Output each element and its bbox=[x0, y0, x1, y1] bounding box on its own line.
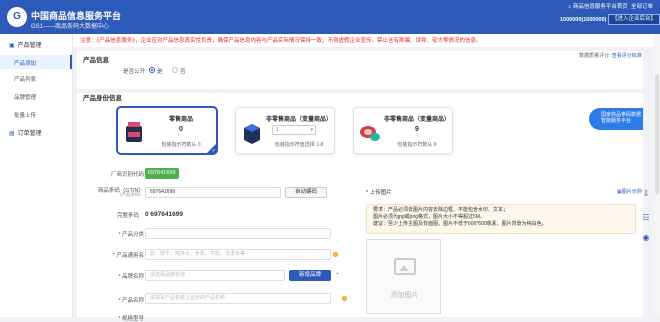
brand-select[interactable]: 请选择品牌名称 bbox=[145, 270, 285, 281]
retail-product-icon bbox=[126, 122, 142, 142]
product-name-input[interactable]: 请填写产品包装上显示的产品名称 bbox=[145, 293, 331, 304]
auto-code-button[interactable]: 自动编码 bbox=[285, 187, 327, 198]
card-number: 0 bbox=[179, 126, 183, 133]
data-quality: 数据质量评分: 查看评分标准 bbox=[579, 53, 642, 59]
notice-bar: 注意：《产品信息服务》，企业应对产品信息真实性负责，确保产品信息内容与产品实际情… bbox=[73, 34, 660, 48]
card-title: 零售商品 bbox=[168, 117, 193, 123]
chevron-down-icon: ▾ bbox=[310, 127, 313, 133]
section-divider bbox=[77, 89, 643, 93]
category-label: * 产品分类 bbox=[118, 232, 144, 238]
add-icon[interactable]: + bbox=[333, 271, 339, 277]
sidebar-item-batch[interactable]: 批量上传 bbox=[14, 111, 36, 119]
service-icon[interactable]: ◉ bbox=[640, 232, 652, 244]
top-header: G 中国商品信息服务平台 GS1——商品条码大数据中心 ⌂ 商品信息服务平台首页… bbox=[0, 0, 660, 34]
sidebar-item-add[interactable]: 产品添加 bbox=[14, 59, 36, 67]
home-link[interactable]: ⌂ 商品信息服务平台首页 bbox=[568, 2, 628, 10]
card-title: 非零售商品（变量商品） bbox=[265, 117, 332, 123]
info-icon[interactable]: ! bbox=[342, 296, 347, 301]
card-number: 9 bbox=[415, 126, 419, 133]
prefix-label: 厂商识别代码 bbox=[110, 172, 144, 178]
sidebar-item-list[interactable]: 产品列表 bbox=[14, 75, 36, 83]
new-brand-button[interactable]: 新增品牌 bbox=[289, 270, 331, 281]
requirement-line: 要求：产品必须去图片内容去除边框、不能包含水印、文本； bbox=[373, 207, 509, 213]
common-name-label: * 产品通用名 bbox=[112, 253, 144, 259]
smart-service-badge[interactable]: 国家商品条码数据智能服务平台 bbox=[589, 108, 643, 130]
upload-requirements: 要求：产品必须去图片内容去除边框、不能包含水印、文本； 图片必须为jpg或png… bbox=[366, 204, 636, 234]
card-nonretail-variable-9[interactable]: 非零售商品（变量商品） 9 包装指示符数从 9 bbox=[353, 107, 453, 154]
platform-subtitle: GS1——商品条码大数据中心 bbox=[31, 24, 110, 30]
public-no-label: 否 bbox=[180, 69, 186, 75]
requirement-line: 图片必须为jpg或png格式，图片大小不得超过5M。 bbox=[373, 214, 485, 220]
image-example-link[interactable]: ▦图片示例 bbox=[617, 188, 642, 195]
suggestion-line: 建议：至少上传主图及背面图，图片不低于600*600像素，图片背景为纯白色。 bbox=[373, 221, 547, 227]
brand-label: * 品牌名称 bbox=[118, 274, 144, 280]
card-footer: 包装指示符值选择 1-8 bbox=[274, 142, 324, 148]
product-info-title: 产品信息 bbox=[83, 57, 109, 64]
category-select[interactable] bbox=[145, 228, 331, 239]
sidebar-group-order[interactable]: ▤ 订单管理 bbox=[9, 128, 42, 137]
info-icon[interactable]: ! bbox=[333, 252, 338, 257]
account-id: 1000000(1000000) bbox=[560, 17, 607, 23]
identity-title: 产品身份信息 bbox=[83, 95, 122, 102]
common-name-input[interactable]: 如：饼干、纯净水、手机、牛奶、洗发水等 bbox=[145, 249, 331, 260]
full-barcode-label: 完整条码 bbox=[116, 213, 139, 219]
barcode-input[interactable]: 697641699 bbox=[145, 187, 281, 198]
main-content: 产品信息 数据质量评分: 查看评分标准 是否公开 是 否 产品身份信息 零售商品… bbox=[77, 51, 643, 322]
orders-link[interactable]: 全部订单 bbox=[631, 2, 653, 10]
product-icon: ▣ bbox=[9, 43, 15, 49]
public-yes-radio[interactable] bbox=[149, 67, 155, 73]
chat-icon[interactable]: ☷ bbox=[640, 212, 652, 224]
card-title: 非零售商品（变量商品） bbox=[383, 117, 450, 123]
spec-label: * 规格型号 bbox=[118, 316, 144, 322]
enter-enterprise-button[interactable]: 【进入企业后台】 bbox=[608, 14, 660, 25]
meat-icon bbox=[360, 126, 380, 141]
sidebar-group-product[interactable]: ▣ 产品管理 bbox=[9, 40, 42, 49]
card-retail[interactable]: 零售商品 0 包装指示符数从 0 ✓ bbox=[117, 107, 217, 154]
download-icon[interactable]: ⇩ bbox=[640, 188, 652, 200]
card-nonretail-variable[interactable]: 非零售商品（变量商品） 1 ▾ 包装指示符值选择 1-8 bbox=[235, 107, 335, 154]
indicator-select[interactable]: 1 ▾ bbox=[272, 125, 316, 135]
order-icon: ▤ bbox=[9, 131, 15, 137]
scroll-thumb[interactable] bbox=[655, 74, 659, 194]
scrollbar[interactable] bbox=[654, 34, 660, 317]
add-image-label: 添加图片 bbox=[390, 292, 419, 299]
image-icon bbox=[394, 258, 416, 275]
card-footer: 包装指示符数从 9 bbox=[397, 142, 437, 148]
public-label: 是否公开 bbox=[122, 69, 145, 75]
add-image-button[interactable]: 添加图片 bbox=[366, 239, 441, 314]
public-no-radio[interactable] bbox=[172, 67, 178, 73]
public-yes-label: 是 bbox=[157, 69, 163, 75]
gs1-logo: G bbox=[7, 7, 27, 27]
sidebar-item-brand[interactable]: 品牌管理 bbox=[14, 93, 36, 101]
box-icon bbox=[244, 124, 260, 144]
sidebar: ▣ 产品管理 产品添加 产品列表 品牌管理 批量上传 ▤ 订单管理 bbox=[0, 34, 73, 317]
full-barcode-value: 0 697641699 bbox=[145, 211, 183, 218]
product-name-label: * 产品名称 bbox=[118, 298, 144, 304]
upload-title: * 上传图片 bbox=[366, 190, 392, 196]
card-footer: 包装指示符数从 0 bbox=[161, 142, 201, 148]
check-icon: ✓ bbox=[211, 148, 216, 154]
data-quality-link[interactable]: 查看评分标准 bbox=[612, 53, 642, 59]
barcode-sublabel: （产品条码） bbox=[117, 192, 144, 197]
prefix-value: 697641699 bbox=[145, 168, 179, 179]
